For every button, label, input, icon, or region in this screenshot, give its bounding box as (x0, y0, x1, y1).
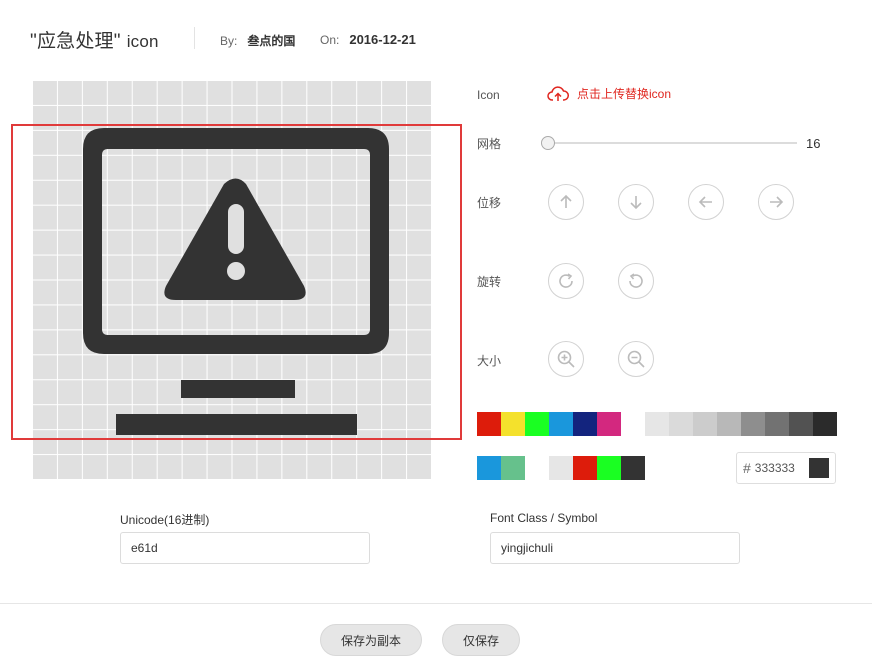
rotate-clockwise-button[interactable] (548, 263, 584, 299)
color-swatch[interactable] (621, 412, 645, 436)
color-swatch[interactable] (549, 456, 573, 480)
color-swatch[interactable] (477, 412, 501, 436)
color-swatch[interactable] (525, 456, 549, 480)
color-palette-row-2 (477, 456, 645, 480)
selection-box[interactable] (11, 124, 462, 440)
color-swatch[interactable] (501, 456, 525, 480)
arrow-left-icon (698, 196, 712, 208)
hash-symbol: # (743, 460, 751, 476)
zoom-out-button[interactable] (618, 341, 654, 377)
grid-row-label: 网格 (477, 137, 502, 151)
color-swatch[interactable] (621, 456, 645, 480)
fontclass-input[interactable] (490, 532, 740, 564)
zoom-in-icon (557, 350, 575, 368)
color-swatch[interactable] (645, 412, 669, 436)
author-name[interactable]: 叁点的国 (247, 34, 295, 48)
color-swatch[interactable] (789, 412, 813, 436)
color-swatch[interactable] (693, 412, 717, 436)
color-swatch[interactable] (597, 412, 621, 436)
rotate-left-icon (629, 273, 643, 288)
size-row-label: 大小 (477, 354, 502, 368)
move-up-button[interactable] (548, 184, 584, 220)
arrow-right-icon (770, 196, 784, 208)
author-label: By: (220, 34, 238, 48)
zoom-in-button[interactable] (548, 341, 584, 377)
grid-slider-handle[interactable] (541, 136, 555, 150)
cloud-upload-icon (547, 85, 569, 101)
grid-slider-value: 16 (806, 136, 821, 151)
move-down-button[interactable] (618, 184, 654, 220)
color-swatch[interactable] (765, 412, 789, 436)
arrow-down-icon (630, 196, 642, 210)
color-swatch[interactable] (525, 412, 549, 436)
zoom-out-icon (627, 350, 645, 368)
rotate-counterclockwise-button[interactable] (618, 263, 654, 299)
date-meta: On: 2016-12-21 (320, 32, 416, 47)
move-left-button[interactable] (688, 184, 724, 220)
color-swatch[interactable] (573, 456, 597, 480)
hex-color-value: 333333 (754, 461, 795, 475)
upload-replace-link[interactable]: 点击上传替换icon (547, 85, 671, 102)
save-as-copy-button[interactable]: 保存为副本 (320, 624, 422, 656)
icon-title: "应急处理" (30, 31, 121, 52)
upload-link-text: 点击上传替换icon (577, 87, 672, 101)
header-divider (194, 27, 195, 49)
color-swatch[interactable] (813, 412, 837, 436)
color-swatch[interactable] (741, 412, 765, 436)
color-swatch[interactable] (477, 456, 501, 480)
save-only-button[interactable]: 仅保存 (442, 624, 520, 656)
color-swatch[interactable] (549, 412, 573, 436)
date-value: 2016-12-21 (349, 32, 416, 47)
unicode-label: Unicode(16进制) (120, 513, 210, 527)
icon-row-label: Icon (477, 88, 500, 102)
color-swatch[interactable] (501, 412, 525, 436)
rotate-right-icon (559, 273, 573, 288)
footer-divider (0, 603, 872, 604)
fontclass-label: Font Class / Symbol (490, 511, 598, 525)
move-row-label: 位移 (477, 196, 502, 210)
move-right-button[interactable] (758, 184, 794, 220)
icon-editor-page: "应急处理" icon By: 叁点的国 On: 2016-12-21 Icon 点击… (0, 0, 872, 660)
unicode-input[interactable] (120, 532, 370, 564)
page-title: "应急处理" icon (30, 26, 159, 53)
color-swatch[interactable] (597, 456, 621, 480)
arrow-up-icon (560, 194, 572, 208)
date-label: On: (320, 33, 340, 47)
grid-slider-track[interactable] (546, 142, 797, 144)
icon-title-suffix: icon (126, 32, 159, 51)
hex-color-field[interactable]: # 333333 (736, 452, 836, 484)
color-swatch[interactable] (669, 412, 693, 436)
rotate-row-label: 旋转 (477, 275, 502, 289)
color-swatch[interactable] (717, 412, 741, 436)
author-meta: By: 叁点的国 (220, 32, 295, 49)
color-palette-row-1 (477, 412, 837, 436)
color-preview-swatch[interactable] (809, 458, 829, 478)
color-swatch[interactable] (573, 412, 597, 436)
